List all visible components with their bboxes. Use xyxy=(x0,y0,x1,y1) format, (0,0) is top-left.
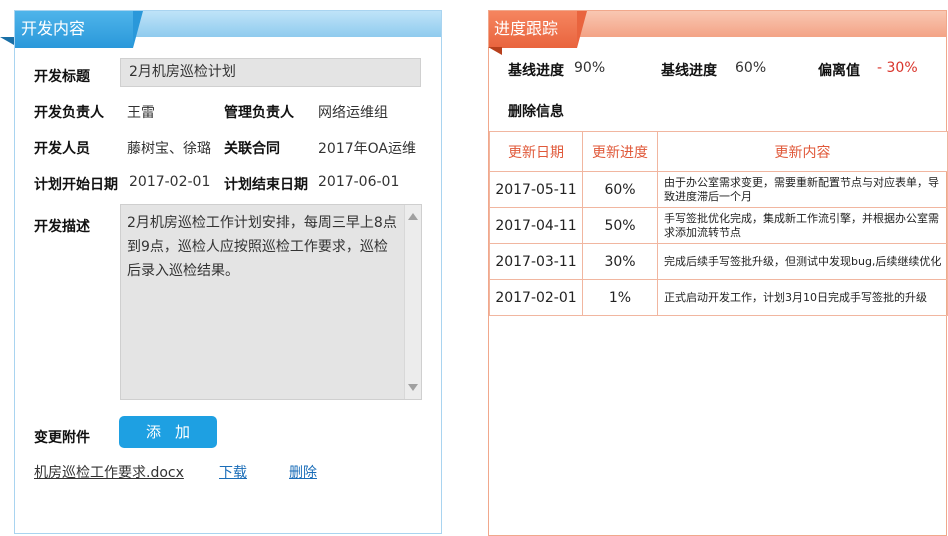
baseline1-value: 90% xyxy=(574,60,606,76)
add-attachment-button[interactable]: 添加 xyxy=(119,416,217,448)
attachment-label: 变更附件 xyxy=(34,430,90,446)
description-label: 开发描述 xyxy=(34,219,90,235)
row-date: 2017-05-11 xyxy=(489,171,583,208)
scroll-down-arrow-icon[interactable] xyxy=(408,384,418,391)
baseline2-value: 60% xyxy=(735,60,767,76)
column-header-progress: 更新进度 xyxy=(582,131,658,172)
row-content: 由于办公室需求变更，需要重新配置节点与对应表单，导致进度滞后一个月 xyxy=(657,171,948,208)
dev-content-tab[interactable]: 开发内容 xyxy=(15,11,143,48)
description-scrollbar[interactable] xyxy=(404,205,421,399)
row-content: 手写签批优化完成，集成新工作流引擎，并根据办公室需求添加流转节点 xyxy=(657,207,948,244)
progress-tracking-tab[interactable]: 进度跟踪 xyxy=(489,11,587,48)
title-label: 开发标题 xyxy=(34,69,90,85)
column-header-date: 更新日期 xyxy=(489,131,583,172)
scroll-up-arrow-icon[interactable] xyxy=(408,213,418,220)
table-header-row: 更新日期 更新进度 更新内容 xyxy=(489,131,948,172)
right-tab-fold xyxy=(488,47,502,55)
table-row: 2017-04-11 50% 手写签批优化完成，集成新工作流引擎，并根据办公室需… xyxy=(489,207,948,244)
row-date: 2017-04-11 xyxy=(489,207,583,244)
staff-label: 开发人员 xyxy=(34,141,90,157)
progress-table: 更新日期 更新进度 更新内容 2017-05-11 60% 由于办公室需求变更，… xyxy=(489,131,948,316)
row-date: 2017-02-01 xyxy=(489,279,583,316)
description-text: 2月机房巡检工作计划安排，每周三早上8点到9点，巡检人应按照巡检工作要求，巡检后… xyxy=(127,215,397,279)
end-date-label: 计划结束日期 xyxy=(224,177,308,193)
deviation-label: 偏离值 xyxy=(818,63,860,79)
contract-value: 2017年OA运维 xyxy=(318,141,416,157)
row-content: 正式启动开发工作，计划3月10日完成手写签批的升级 xyxy=(657,279,948,316)
row-content: 完成后续手写签批升级，但测试中发现bug,后续继续优化 xyxy=(657,243,948,280)
manager-value: 网络运维组 xyxy=(318,105,388,121)
title-input[interactable]: 2月机房巡检计划 xyxy=(120,58,421,87)
attachment-file-link[interactable]: 机房巡检工作要求.docx xyxy=(34,462,184,482)
owner-value: 王雷 xyxy=(127,105,155,121)
owner-label: 开发负责人 xyxy=(34,105,104,121)
start-date-label: 计划开始日期 xyxy=(34,177,118,193)
table-row: 2017-03-11 30% 完成后续手写签批升级，但测试中发现bug,后续继续… xyxy=(489,243,948,280)
contract-label: 关联合同 xyxy=(224,141,280,157)
delete-link[interactable]: 删除 xyxy=(289,462,317,482)
delete-info-label[interactable]: 删除信息 xyxy=(508,101,564,121)
row-progress: 50% xyxy=(582,207,658,244)
dev-content-panel: 开发内容 开发标题 2月机房巡检计划 开发负责人 王雷 管理负责人 网络运维组 … xyxy=(14,10,442,534)
column-header-content: 更新内容 xyxy=(657,131,948,172)
staff-value: 藤树宝、徐璐 xyxy=(127,141,211,157)
table-row: 2017-05-11 60% 由于办公室需求变更，需要重新配置节点与对应表单，导… xyxy=(489,171,948,208)
left-tab-fold xyxy=(0,37,14,45)
end-date-value: 2017-06-01 xyxy=(318,174,400,190)
row-progress: 60% xyxy=(582,171,658,208)
table-row: 2017-02-01 1% 正式启动开发工作，计划3月10日完成手写签批的升级 xyxy=(489,279,948,316)
row-progress: 1% xyxy=(582,279,658,316)
baseline1-label: 基线进度 xyxy=(508,63,564,79)
row-date: 2017-03-11 xyxy=(489,243,583,280)
baseline2-label: 基线进度 xyxy=(661,63,717,79)
description-textarea[interactable]: 2月机房巡检工作计划安排，每周三早上8点到9点，巡检人应按照巡检工作要求，巡检后… xyxy=(120,204,422,400)
start-date-value: 2017-02-01 xyxy=(129,174,211,190)
manager-label: 管理负责人 xyxy=(224,105,294,121)
row-progress: 30% xyxy=(582,243,658,280)
progress-tracking-panel: 进度跟踪 基线进度 90% 基线进度 60% 偏离值 - 30% 删除信息 更新… xyxy=(488,10,948,536)
deviation-value: - 30% xyxy=(877,60,918,76)
download-link[interactable]: 下载 xyxy=(219,462,247,482)
